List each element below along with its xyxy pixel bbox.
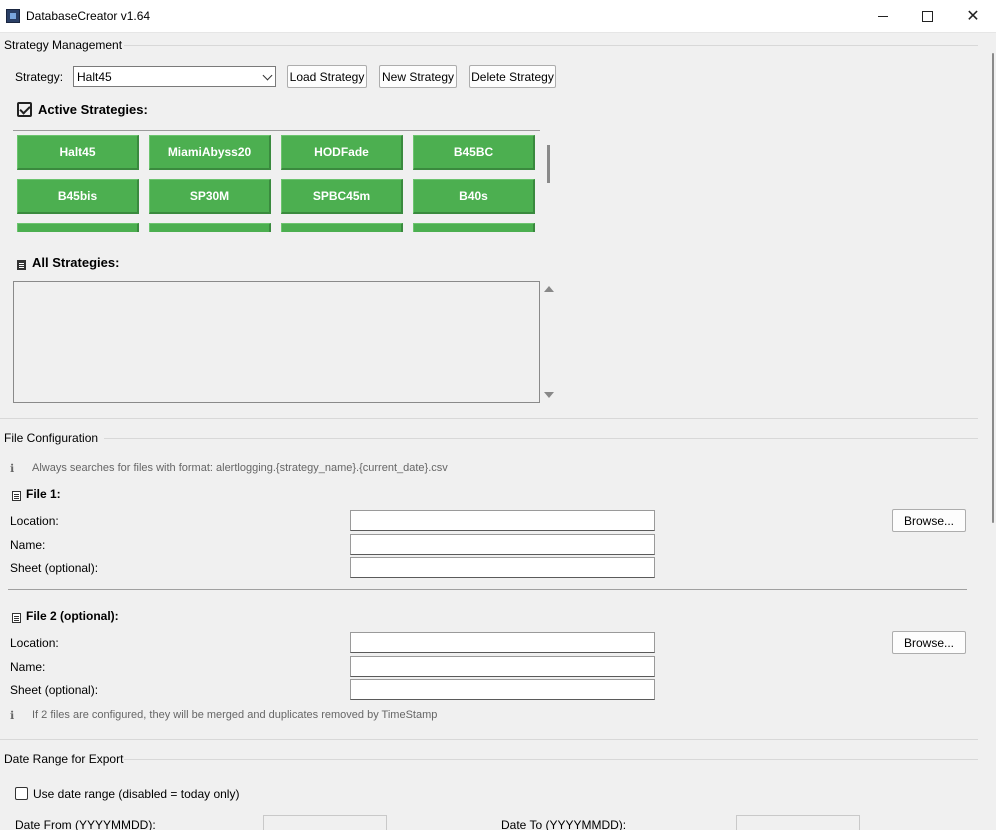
strategy-label: Strategy: bbox=[15, 70, 64, 84]
scroll-down-icon[interactable] bbox=[544, 392, 554, 398]
load-strategy-button[interactable]: Load Strategy bbox=[287, 65, 367, 88]
file2-name-input[interactable] bbox=[350, 656, 655, 677]
file1-name-input[interactable] bbox=[350, 534, 655, 555]
file2-heading: File 2 (optional): bbox=[26, 609, 119, 623]
file2-name-label: Name: bbox=[10, 660, 46, 674]
main-scrollbar[interactable] bbox=[978, 33, 996, 830]
title-bar: DatabaseCreator v1.64 ✕ bbox=[0, 0, 996, 33]
active-strategies-scrollbar[interactable] bbox=[547, 145, 550, 183]
use-date-range-checkbox[interactable] bbox=[15, 787, 28, 800]
scroll-up-icon[interactable] bbox=[544, 286, 554, 292]
minimize-icon bbox=[878, 15, 888, 17]
strategy-button-b40s[interactable]: B40s bbox=[413, 179, 535, 214]
all-strategies-list[interactable] bbox=[13, 281, 540, 403]
strategy-button-partial[interactable] bbox=[281, 223, 403, 232]
minimize-button[interactable] bbox=[860, 0, 906, 32]
file1-sheet-label: Sheet (optional): bbox=[10, 561, 99, 575]
close-icon: ✕ bbox=[966, 8, 980, 25]
file-separator bbox=[8, 589, 967, 590]
active-strategies-heading: Active Strategies: bbox=[38, 102, 148, 117]
file2-browse-button[interactable]: Browse... bbox=[892, 631, 966, 654]
file1-location-input[interactable] bbox=[350, 510, 655, 531]
date-from-input[interactable] bbox=[263, 815, 387, 830]
section-separator bbox=[0, 739, 978, 740]
file-configuration-title: File Configuration bbox=[4, 431, 99, 445]
strategy-button-b45bc[interactable]: B45BC bbox=[413, 135, 535, 170]
file2-location-label: Location: bbox=[10, 636, 59, 650]
section-separator bbox=[0, 418, 978, 419]
file1-heading: File 1: bbox=[26, 487, 61, 501]
strategy-select[interactable]: Halt45 bbox=[73, 66, 276, 87]
file-icon bbox=[12, 491, 21, 501]
date-from-label: Date From (YYYYMMDD): bbox=[15, 818, 156, 830]
date-to-label: Date To (YYYYMMDD): bbox=[501, 818, 627, 830]
strategy-button-sp30m[interactable]: SP30M bbox=[149, 179, 271, 214]
use-date-range-label: Use date range (disabled = today only) bbox=[33, 787, 240, 801]
main-scrollbar-thumb[interactable] bbox=[992, 53, 994, 523]
delete-strategy-button[interactable]: Delete Strategy bbox=[469, 65, 556, 88]
strategy-button-spbc45m[interactable]: SPBC45m bbox=[281, 179, 403, 214]
strategy-button-partial[interactable] bbox=[149, 223, 271, 232]
file-configuration-divider bbox=[104, 438, 978, 439]
strategy-button-miamiabyss20[interactable]: MiamiAbyss20 bbox=[149, 135, 271, 170]
file2-sheet-label: Sheet (optional): bbox=[10, 683, 99, 697]
file1-name-label: Name: bbox=[10, 538, 46, 552]
close-button[interactable]: ✕ bbox=[950, 0, 996, 32]
merge-info-text: If 2 files are configured, they will be … bbox=[32, 709, 438, 721]
strategy-management-divider bbox=[124, 45, 978, 46]
date-to-input[interactable] bbox=[736, 815, 860, 830]
chevron-down-icon bbox=[262, 70, 273, 81]
window-title: DatabaseCreator v1.64 bbox=[26, 9, 151, 23]
new-strategy-button[interactable]: New Strategy bbox=[379, 65, 457, 88]
strategy-button-partial[interactable] bbox=[17, 223, 139, 232]
file2-location-input[interactable] bbox=[350, 632, 655, 653]
file1-location-label: Location: bbox=[10, 514, 59, 528]
date-range-title: Date Range for Export bbox=[4, 752, 124, 766]
strategy-button-partial[interactable] bbox=[413, 223, 535, 232]
app-icon bbox=[6, 9, 20, 23]
active-strategies-check-icon bbox=[17, 102, 32, 117]
strategy-button-b45bis[interactable]: B45bis bbox=[17, 179, 139, 214]
active-strategies-grid: Halt45 MiamiAbyss20 HODFade B45BC B45bis… bbox=[13, 130, 540, 232]
list-icon bbox=[17, 260, 26, 270]
maximize-icon bbox=[921, 10, 933, 22]
date-range-divider bbox=[124, 759, 978, 760]
info-icon: ℹ bbox=[10, 710, 15, 722]
strategy-management-title: Strategy Management bbox=[4, 38, 123, 52]
file2-sheet-input[interactable] bbox=[350, 679, 655, 700]
format-info-text: Always searches for files with format: a… bbox=[32, 462, 448, 474]
maximize-button[interactable] bbox=[904, 0, 950, 32]
file-icon bbox=[12, 613, 21, 623]
strategy-button-hodfade[interactable]: HODFade bbox=[281, 135, 403, 170]
strategy-select-value: Halt45 bbox=[77, 70, 112, 84]
all-strategies-heading: All Strategies: bbox=[32, 255, 120, 270]
info-icon: ℹ bbox=[10, 463, 15, 475]
file1-sheet-input[interactable] bbox=[350, 557, 655, 578]
strategy-button-halt45[interactable]: Halt45 bbox=[17, 135, 139, 170]
file1-browse-button[interactable]: Browse... bbox=[892, 509, 966, 532]
